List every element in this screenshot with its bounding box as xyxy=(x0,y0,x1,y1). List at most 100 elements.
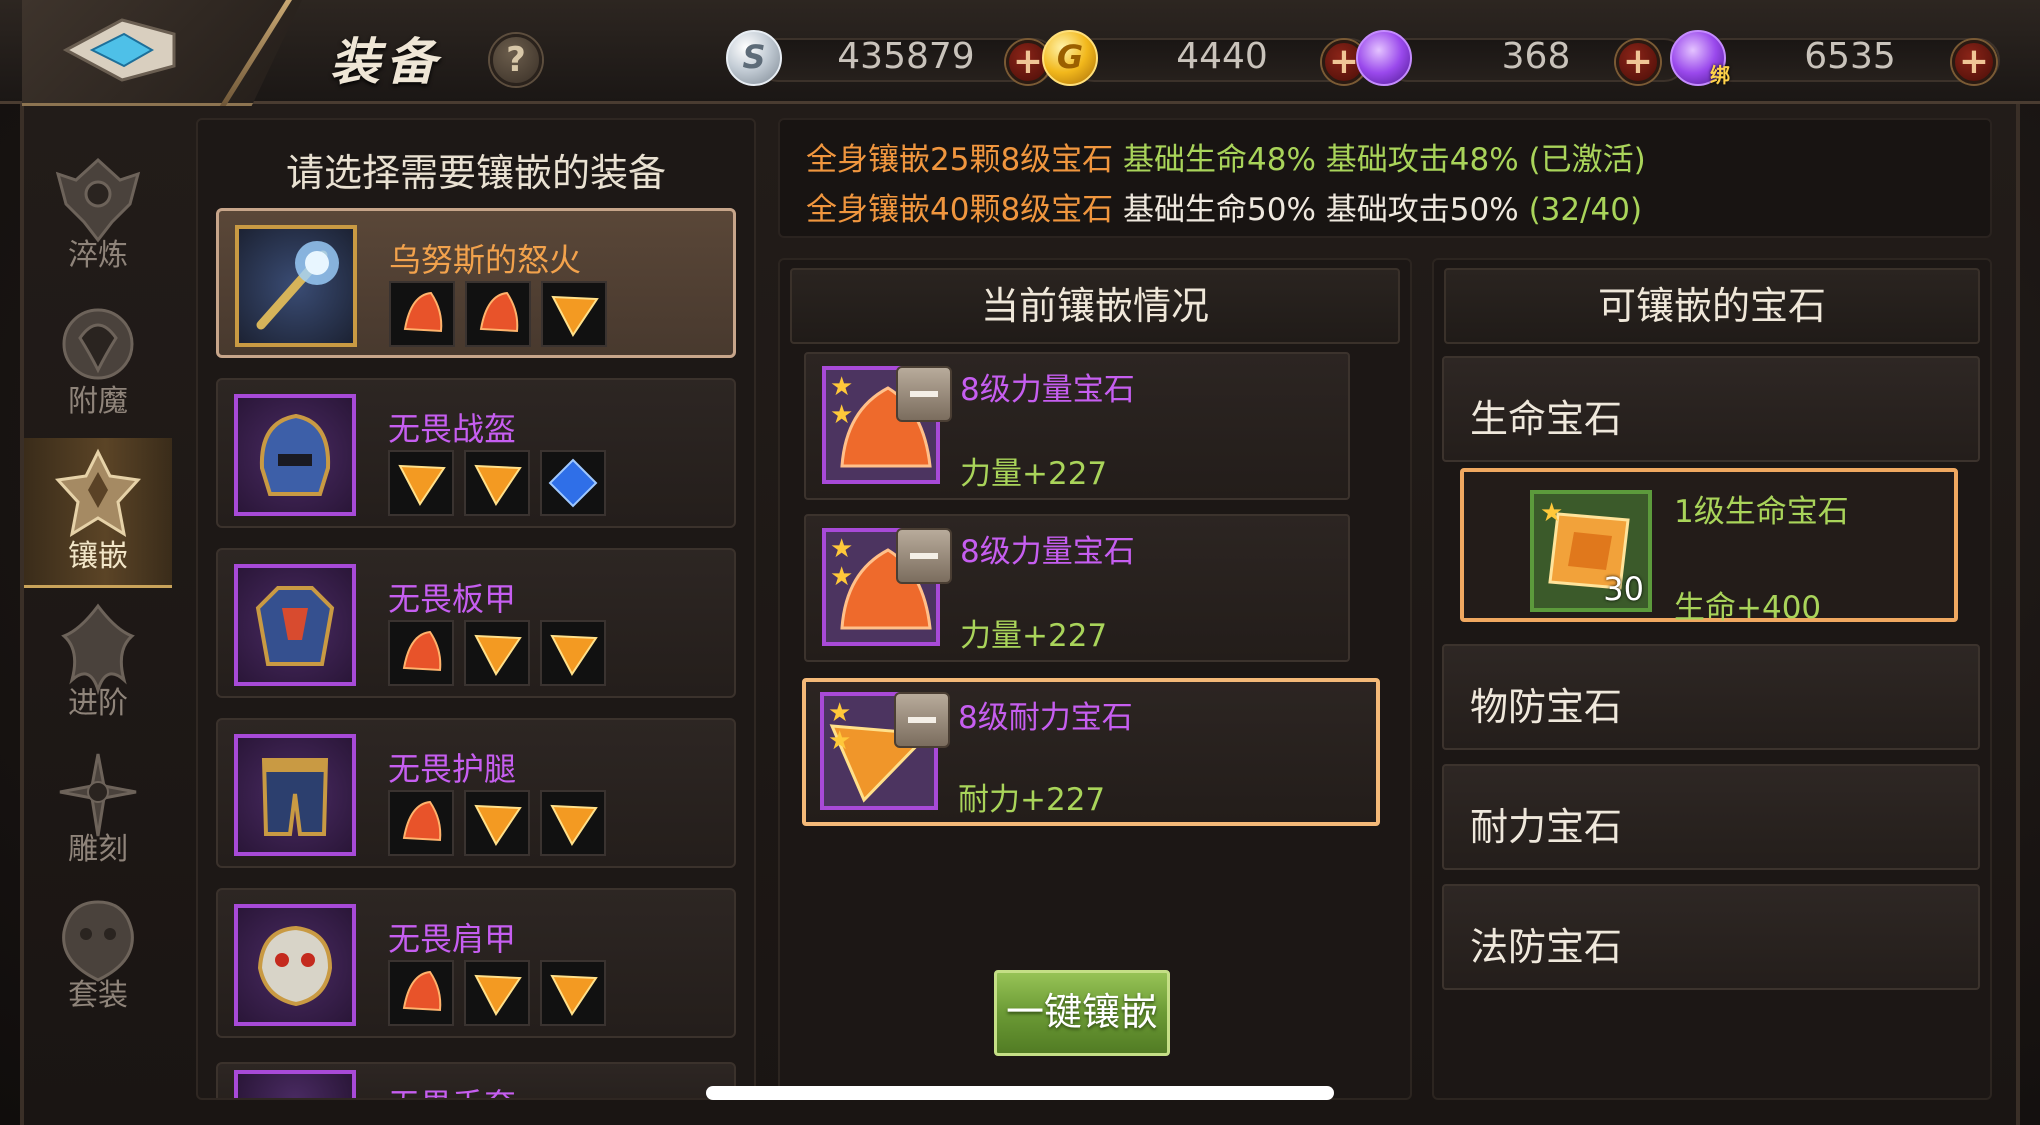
nav-label: 附魔 xyxy=(68,384,128,419)
nav-item-advance[interactable]: 进阶 xyxy=(24,592,172,732)
gem-name: 8级耐力宝石 xyxy=(958,700,1133,736)
remove-gem-button[interactable] xyxy=(896,366,952,422)
current-inlay-title: 当前镶嵌情况 xyxy=(790,268,1400,344)
gem-name: 1级生命宝石 xyxy=(1674,494,1849,530)
orange-gem-icon xyxy=(464,960,530,1026)
equipment-item[interactable]: 无畏战盔 xyxy=(216,378,736,528)
equipment-name: 乌努斯的怒火 xyxy=(389,241,582,279)
gold-coin-icon: G xyxy=(1042,30,1098,86)
gem-stat: 生命+400 xyxy=(1674,590,1822,626)
star-icon: ★ xyxy=(830,400,854,430)
category-label: 物防宝石 xyxy=(1470,685,1623,729)
nav-label: 进阶 xyxy=(68,686,128,721)
one-click-inlay-button[interactable]: 一键镶嵌 xyxy=(994,970,1170,1056)
remove-gem-button[interactable] xyxy=(894,692,950,748)
inlay-slot: ★ ★ 8级力量宝石 力量+227 xyxy=(804,514,1350,662)
red-gem-icon xyxy=(465,281,531,347)
category-label: 耐力宝石 xyxy=(1470,805,1623,849)
nav-item-engrave[interactable]: 雕刻 xyxy=(24,738,172,878)
equipment-item[interactable]: 无畏肩甲 xyxy=(216,888,736,1038)
gem-name: 8级力量宝石 xyxy=(960,534,1135,570)
add-bound-gem-button[interactable]: + xyxy=(1952,40,1996,84)
nav-label: 雕刻 xyxy=(68,832,128,867)
available-gems-panel: 可镶嵌的宝石 生命宝石 ★ 30 1级生命宝石 生命+400 物防宝石 耐力宝石… xyxy=(1432,258,1992,1100)
orange-gem-icon xyxy=(540,790,606,856)
star-icon: ★ xyxy=(830,562,854,592)
red-gem-icon xyxy=(388,790,454,856)
home-indicator[interactable] xyxy=(706,1086,1334,1100)
orange-gem-icon xyxy=(541,281,607,347)
orange-gem-icon xyxy=(540,620,606,686)
equipment-name: 无畏战盔 xyxy=(388,410,517,448)
gem-stat: 力量+227 xyxy=(960,618,1108,654)
orange-gem-icon xyxy=(464,790,530,856)
bonus-requirement: 全身镶嵌40颗8级宝石 xyxy=(806,192,1114,228)
category-magic-defense-gem[interactable]: 法防宝石 xyxy=(1442,884,1980,990)
helmet-icon xyxy=(234,394,356,516)
equipment-item[interactable]: 无畏护腿 xyxy=(216,718,736,868)
currency-gold: G 4440 + xyxy=(1042,30,1402,90)
plate-armor-icon xyxy=(234,564,356,686)
category-life-gem[interactable]: 生命宝石 xyxy=(1442,356,1980,462)
category-physical-defense-gem[interactable]: 物防宝石 xyxy=(1442,644,1980,750)
nav-label: 镶嵌 xyxy=(68,539,128,574)
star-icon: ★ xyxy=(830,372,854,402)
equipment-panel-title: 请选择需要镶嵌的装备 xyxy=(285,151,666,195)
star-icon: ★ xyxy=(828,698,852,728)
game-screen: 装备 ? S 435879 + G 4440 + 368 + 绑 6535 + xyxy=(0,0,2040,1125)
bonus-progress: (32/40) xyxy=(1528,192,1643,228)
star-icon: ★ xyxy=(830,534,854,564)
nav-item-temper[interactable]: 淬炼 xyxy=(24,144,172,284)
nav-item-enchant[interactable]: 附魔 xyxy=(24,290,172,430)
equipment-name: 无畏肩甲 xyxy=(388,920,517,958)
page-title: 装备 xyxy=(330,33,442,91)
equipment-name: 无畏护腿 xyxy=(388,750,517,788)
equipment-item-partial[interactable]: 无畏手套 xyxy=(216,1062,736,1098)
star-icon: ★ xyxy=(828,726,852,756)
nav-item-set[interactable]: 套装 xyxy=(24,884,172,1024)
currency-value: 4440 xyxy=(1176,36,1268,77)
nav-item-inlay[interactable]: 镶嵌 xyxy=(24,438,172,588)
red-gem-icon xyxy=(388,960,454,1026)
inlay-emblem-icon xyxy=(54,448,142,538)
equipment-name: 无畏手套 xyxy=(388,1080,516,1098)
equipment-item[interactable]: 无畏板甲 xyxy=(216,548,736,698)
life-gem-icon: ★ 30 xyxy=(1530,490,1652,612)
gem-quantity: 30 xyxy=(1603,570,1644,608)
gem-stat: 耐力+227 xyxy=(958,782,1106,818)
shoulder-armor-icon xyxy=(234,904,356,1026)
inlay-slot-selected[interactable]: ★ ★ 8级耐力宝石 耐力+227 xyxy=(802,678,1380,826)
bound-tag: 绑 xyxy=(1710,63,1730,87)
red-gem-icon xyxy=(388,620,454,686)
orange-gem-icon xyxy=(388,450,454,516)
red-gem-icon xyxy=(389,281,455,347)
currency-bound-gem: 绑 6535 + xyxy=(1670,30,2030,90)
category-stamina-gem[interactable]: 耐力宝石 xyxy=(1442,764,1980,870)
current-inlay-panel: 当前镶嵌情况 ★ ★ 8级力量宝石 力量+227 ★ ★ 8级力量宝石 力量+2… xyxy=(778,258,1412,1100)
back-arrow-icon[interactable] xyxy=(62,16,180,84)
gem-option[interactable]: ★ 30 1级生命宝石 生命+400 xyxy=(1460,468,1958,626)
remove-gem-button[interactable] xyxy=(896,528,952,584)
nav-label: 套装 xyxy=(68,978,128,1013)
bound-purple-gem-icon: 绑 xyxy=(1670,30,1730,87)
help-button[interactable]: ? xyxy=(490,34,542,86)
add-gem-button[interactable]: + xyxy=(1616,40,1660,84)
gem-name: 8级力量宝石 xyxy=(960,372,1135,408)
category-label: 法防宝石 xyxy=(1470,925,1623,969)
bonus-effect: 基础生命50% 基础攻击50% xyxy=(1123,192,1519,228)
blue-gem-icon xyxy=(540,450,606,516)
top-bar: 装备 ? S 435879 + G 4440 + 368 + 绑 6535 + xyxy=(0,0,2040,106)
purple-gem-icon xyxy=(1356,30,1412,86)
bonus-requirement: 全身镶嵌25颗8级宝石 xyxy=(806,142,1114,178)
star-icon: ★ xyxy=(1540,498,1564,528)
equipment-item[interactable]: 乌努斯的怒火 xyxy=(216,208,736,358)
set-bonus-panel: 全身镶嵌25颗8级宝石 基础生命48% 基础攻击48% (已激活) 全身镶嵌40… xyxy=(778,118,1992,238)
nav-label: 淬炼 xyxy=(68,238,128,273)
leg-armor-icon xyxy=(234,734,356,856)
inlay-slot: ★ ★ 8级力量宝石 力量+227 xyxy=(804,352,1350,500)
currency-value: 6535 xyxy=(1804,36,1896,77)
bonus-effect: 基础生命48% 基础攻击48% (已激活) xyxy=(1123,142,1646,178)
gem-stat: 力量+227 xyxy=(960,456,1108,492)
bonus-line: 全身镶嵌40颗8级宝石 基础生命50% 基础攻击50% (32/40) xyxy=(806,184,1642,229)
orange-gem-icon xyxy=(540,960,606,1026)
